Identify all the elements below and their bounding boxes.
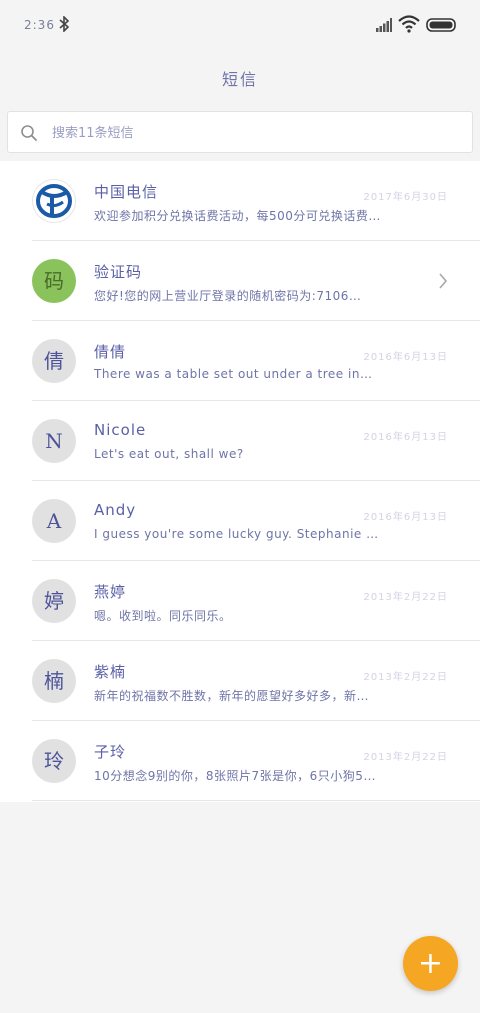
conversation-preview: 嗯。收到啦。同乐同乐。: [94, 609, 232, 623]
avatar: 码: [32, 259, 76, 303]
conversation-row[interactable]: 婷 燕婷 嗯。收到啦。同乐同乐。 2013年2月22日: [0, 561, 480, 641]
conversation-row-china-telecom[interactable]: 中国电信 欢迎参加积分兑换话费活动，每500分可兑换话费… 2017年6月30日: [0, 161, 480, 241]
signal-icon: [376, 18, 392, 32]
china-telecom-logo-avatar: [32, 179, 76, 223]
conversation-date: 2013年2月22日: [363, 672, 448, 683]
avatar: A: [32, 499, 76, 543]
avatar: N: [32, 419, 76, 463]
conversation-row[interactable]: 楠 紫楠 新年的祝福数不胜数，新年的愿望好多好多，新… 2013年2月22日: [0, 641, 480, 721]
conversation-row[interactable]: N Nicole Let's eat out, shall we? 2016年6…: [0, 401, 480, 481]
chevron-right-icon[interactable]: [438, 273, 448, 289]
avatar: 楠: [32, 659, 76, 703]
conversation-row-verification-code[interactable]: 码 验证码 您好!您的网上营业厅登录的随机密码为:7106…: [0, 241, 480, 321]
search-icon: [21, 125, 37, 141]
conversation-name: 燕婷: [94, 583, 127, 601]
conversation-name: 验证码: [94, 263, 143, 281]
conversation-preview: 您好!您的网上营业厅登录的随机密码为:7106…: [94, 289, 362, 303]
conversation-preview: Let's eat out, shall we?: [94, 447, 244, 461]
conversation-date: 2017年6月30日: [363, 192, 448, 203]
conversation-date: 2016年6月13日: [363, 352, 448, 363]
conversation-name: 子玲: [94, 743, 127, 761]
conversation-list: 中国电信 欢迎参加积分兑换话费活动，每500分可兑换话费… 2017年6月30日…: [0, 161, 480, 802]
china-telecom-logo-icon: [36, 184, 72, 218]
conversation-name: 中国电信: [94, 183, 159, 201]
conversation-preview: 欢迎参加积分兑换话费活动，每500分可兑换话费…: [94, 209, 381, 223]
conversation-date: 2016年6月13日: [363, 512, 448, 523]
conversation-preview: There was a table set out under a tree i…: [94, 367, 373, 381]
conversation-name: 紫楠: [94, 663, 127, 681]
conversation-name: Andy: [94, 501, 137, 519]
avatar: 玲: [32, 739, 76, 783]
wifi-icon: [398, 15, 420, 33]
title-bar: 短信: [0, 52, 480, 104]
conversation-name: 倩倩: [94, 343, 127, 361]
status-bar: 2:36: [0, 0, 480, 52]
status-time: 2:36: [24, 18, 55, 32]
search-input[interactable]: [50, 112, 454, 154]
conversation-row[interactable]: A Andy I guess you're some lucky guy. St…: [0, 481, 480, 561]
new-message-button[interactable]: +: [403, 936, 458, 991]
battery-icon: [426, 18, 456, 32]
bluetooth-icon: [59, 16, 70, 32]
avatar: 倩: [32, 339, 76, 383]
conversation-date: 2016年6月13日: [363, 432, 448, 443]
conversation-date: 2013年2月22日: [363, 592, 448, 603]
conversation-name: Nicole: [94, 421, 147, 439]
page-title: 短信: [221, 70, 258, 89]
conversation-preview: I guess you're some lucky guy. Stephanie…: [94, 527, 379, 541]
conversation-preview: 新年的祝福数不胜数，新年的愿望好多好多，新…: [94, 689, 370, 703]
search-bar[interactable]: [7, 111, 473, 154]
conversation-row[interactable]: 玲 子玲 10分想念9别的你，8张照片7张是你，6只小狗5… 2013年2月22…: [0, 721, 480, 801]
conversation-date: 2013年2月22日: [363, 752, 448, 763]
avatar: 婷: [32, 579, 76, 623]
row-divider: [32, 800, 480, 801]
conversation-row[interactable]: 倩 倩倩 There was a table set out under a t…: [0, 321, 480, 401]
conversation-preview: 10分想念9别的你，8张照片7张是你，6只小狗5…: [94, 769, 376, 783]
